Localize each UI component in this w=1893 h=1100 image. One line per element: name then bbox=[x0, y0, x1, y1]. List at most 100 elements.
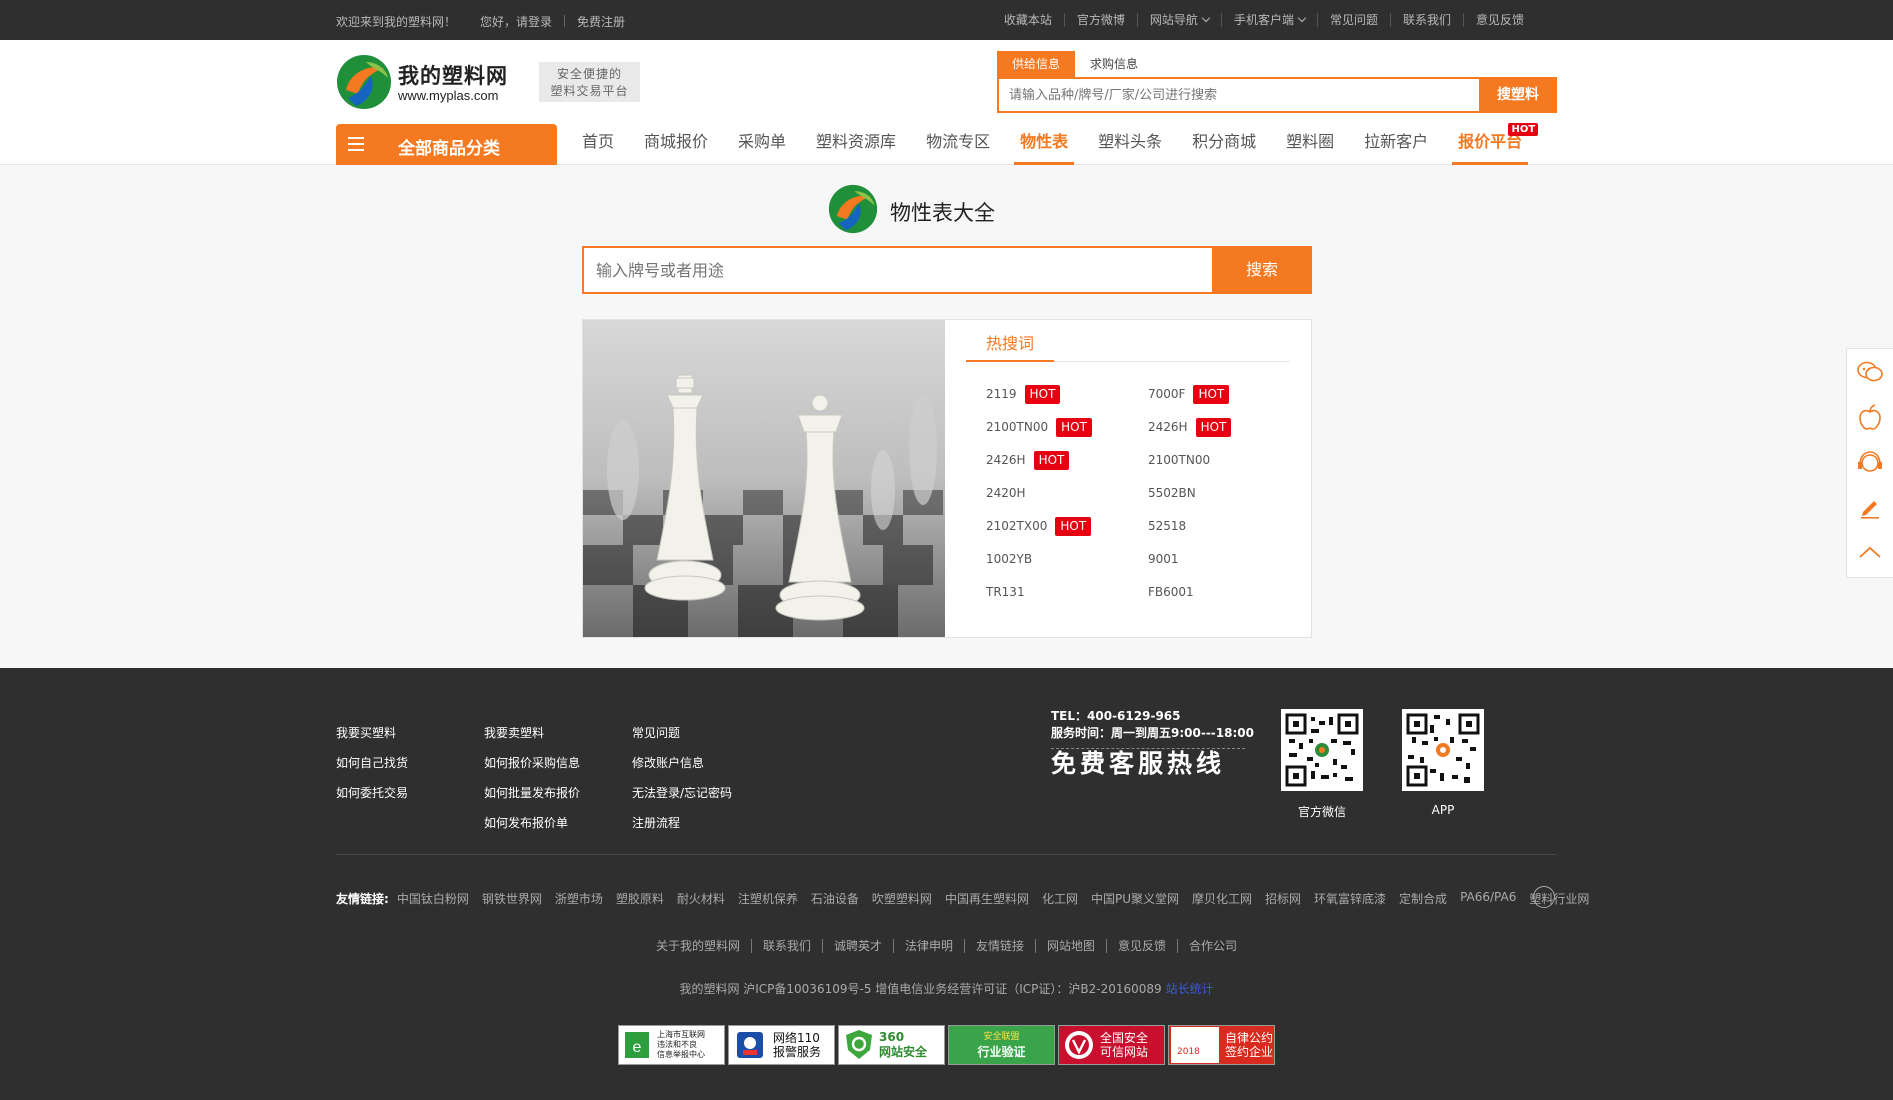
nav-resource-library[interactable]: 塑料资源库 bbox=[810, 124, 902, 165]
friend-link[interactable]: 耐火材料 bbox=[677, 890, 725, 907]
friend-link[interactable]: 浙塑市场 bbox=[555, 890, 603, 907]
footer-link[interactable]: 注册流程 bbox=[632, 808, 780, 838]
all-categories-button[interactable]: 全部商品分类 bbox=[336, 124, 557, 165]
weibo-link[interactable]: 官方微博 bbox=[1063, 13, 1137, 27]
police-110-badge[interactable]: 网络110 报警服务 bbox=[728, 1025, 835, 1065]
edit-feedback-button[interactable] bbox=[1847, 484, 1893, 529]
nav-property-sheet[interactable]: 物性表 bbox=[1014, 124, 1075, 165]
apple-app-button[interactable] bbox=[1847, 394, 1893, 439]
stats-link[interactable]: 站长统计 bbox=[1166, 982, 1214, 996]
footer-link[interactable]: 如何批量发布报价 bbox=[484, 778, 632, 808]
nav-purchase-list[interactable]: 采购单 bbox=[732, 124, 792, 165]
nav-invite-customers[interactable]: 拉新客户 bbox=[1358, 124, 1434, 165]
hot-word-item[interactable]: 5502BN bbox=[1148, 484, 1298, 503]
login-link[interactable]: 您好，请登录 bbox=[480, 13, 552, 30]
bottom-nav-link[interactable]: 法律申明 bbox=[892, 939, 964, 953]
friend-link[interactable]: 中国再生塑料网 bbox=[945, 890, 1029, 907]
header-search-button[interactable]: 搜塑料 bbox=[1479, 77, 1557, 113]
faq-link[interactable]: 常见问题 bbox=[1316, 13, 1390, 27]
nav-headlines[interactable]: 塑料头条 bbox=[1092, 124, 1168, 165]
footer-link[interactable]: 无法登录/忘记密码 bbox=[632, 778, 780, 808]
friend-link[interactable]: 摩贝化工网 bbox=[1192, 890, 1252, 907]
footer-link[interactable]: 我要买塑料 bbox=[336, 718, 484, 748]
back-to-top-button[interactable] bbox=[1847, 529, 1893, 574]
footer-link[interactable]: 我要卖塑料 bbox=[484, 718, 632, 748]
mobile-client-dropdown[interactable]: 手机客户端 bbox=[1220, 13, 1317, 27]
friend-link[interactable]: 化工网 bbox=[1042, 890, 1078, 907]
bottom-nav-link[interactable]: 合作公司 bbox=[1177, 939, 1249, 953]
friend-link[interactable]: 环氧富锌底漆 bbox=[1314, 890, 1386, 907]
friend-link[interactable]: 注塑机保养 bbox=[738, 890, 798, 907]
nav-home[interactable]: 首页 bbox=[576, 124, 620, 165]
tab-supply[interactable]: 供给信息 bbox=[997, 51, 1076, 77]
friend-link[interactable]: 中国钛白粉网 bbox=[397, 890, 469, 907]
report-center-badge[interactable]: e 上海市互联网 违法和不良 信息举报中心 bbox=[618, 1025, 725, 1065]
hot-word-item[interactable]: FB6001 bbox=[1148, 583, 1298, 602]
friend-link[interactable]: PA66/PA6 bbox=[1460, 890, 1516, 907]
hot-word-item[interactable]: 52518 bbox=[1148, 517, 1298, 536]
slogan-badge: 安全便捷的 塑料交易平台 bbox=[539, 62, 640, 102]
friend-link[interactable]: 吹塑塑料网 bbox=[872, 890, 932, 907]
hot-word-item[interactable]: 2100TN00 bbox=[1148, 451, 1298, 470]
360-security-badge[interactable]: 360 网站安全 bbox=[838, 1025, 945, 1065]
trusted-site-badge[interactable]: 全国安全 可信网站 bbox=[1058, 1025, 1165, 1065]
footer-link[interactable]: 如何报价采购信息 bbox=[484, 748, 632, 778]
side-toolbar bbox=[1846, 348, 1893, 578]
feedback-link[interactable]: 意见反馈 bbox=[1462, 13, 1536, 27]
property-search-input[interactable] bbox=[596, 248, 1156, 292]
self-discipline-badge[interactable]: 2018 自律公约 签约企业 bbox=[1168, 1025, 1275, 1065]
contact-link[interactable]: 联系我们 bbox=[1389, 13, 1463, 27]
hot-word-item[interactable]: 2102TX00 HOT bbox=[986, 517, 1148, 536]
friend-link[interactable]: 中国PU聚义堂网 bbox=[1091, 890, 1179, 907]
friend-link[interactable]: 钢铁世界网 bbox=[482, 890, 542, 907]
hot-word-item[interactable]: 2420H bbox=[986, 484, 1148, 503]
bottom-nav-link[interactable]: 诚聘英才 bbox=[821, 939, 893, 953]
bottom-nav-link[interactable]: 关于我的塑料网 bbox=[645, 939, 751, 953]
hot-word-text: 2100TN00 bbox=[1148, 453, 1211, 467]
hot-word-text: FB6001 bbox=[1148, 585, 1194, 599]
customer-service-button[interactable] bbox=[1847, 439, 1893, 484]
nav-quote-platform[interactable]: 报价平台 HOT bbox=[1452, 123, 1539, 165]
hot-word-item[interactable]: 1002YB bbox=[986, 550, 1148, 569]
friend-link[interactable]: 塑胶原料 bbox=[616, 890, 664, 907]
bottom-nav-link[interactable]: 意见反馈 bbox=[1106, 939, 1178, 953]
hot-word-item[interactable]: 2100TN00 HOT bbox=[986, 418, 1148, 437]
badge-text: 违法和不良 bbox=[657, 1040, 697, 1049]
friend-link[interactable]: 定制合成 bbox=[1399, 890, 1447, 907]
register-link[interactable]: 免费注册 bbox=[577, 13, 625, 30]
friend-links-label: 友情链接: bbox=[336, 892, 389, 906]
header-search-input[interactable] bbox=[1009, 79, 1449, 111]
more-links-icon[interactable] bbox=[1533, 886, 1555, 908]
hot-word-item[interactable]: 2426H HOT bbox=[1148, 418, 1298, 437]
hot-word-item[interactable]: 9001 bbox=[1148, 550, 1298, 569]
site-logo[interactable]: 我的塑料网 www.myplas.com bbox=[336, 54, 518, 110]
bottom-nav-link[interactable]: 友情链接 bbox=[964, 939, 1036, 953]
hot-word-item[interactable]: 7000F HOT bbox=[1148, 385, 1298, 404]
bottom-nav-link[interactable]: 网站地图 bbox=[1035, 939, 1107, 953]
footer-link[interactable]: 常见问题 bbox=[632, 718, 780, 748]
badge-text: 可信网站 bbox=[1100, 1045, 1149, 1059]
hot-words-grid: 2119 HOT 7000F HOT 2100TN00 HOT 2426H HOT 2426H H… bbox=[986, 385, 1306, 602]
menu-icon bbox=[348, 137, 364, 151]
nav-plastic-circle[interactable]: 塑料圈 bbox=[1280, 124, 1340, 165]
hot-word-item[interactable]: TR131 bbox=[986, 583, 1148, 602]
nav-mall-quotes[interactable]: 商城报价 bbox=[638, 124, 714, 165]
tab-demand[interactable]: 求购信息 bbox=[1075, 51, 1153, 77]
friend-link[interactable]: 石油设备 bbox=[811, 890, 859, 907]
friend-link[interactable]: 招标网 bbox=[1265, 890, 1301, 907]
industry-verification-badge[interactable]: 安全联盟 行业验证 bbox=[948, 1025, 1055, 1065]
footer-link[interactable]: 修改账户信息 bbox=[632, 748, 780, 778]
property-search-button[interactable]: 搜索 bbox=[1212, 246, 1312, 294]
pencil-icon bbox=[1861, 500, 1879, 519]
site-nav-dropdown[interactable]: 网站导航 bbox=[1136, 13, 1221, 27]
hot-word-item[interactable]: 2119 HOT bbox=[986, 385, 1148, 404]
wechat-button[interactable] bbox=[1847, 349, 1893, 394]
nav-points-mall[interactable]: 积分商城 bbox=[1186, 124, 1262, 165]
footer-link[interactable]: 如何委托交易 bbox=[336, 778, 484, 808]
bottom-nav-link[interactable]: 联系我们 bbox=[750, 939, 822, 953]
footer-link[interactable]: 如何发布报价单 bbox=[484, 808, 632, 838]
bookmark-link[interactable]: 收藏本站 bbox=[992, 13, 1064, 27]
nav-logistics[interactable]: 物流专区 bbox=[920, 124, 996, 165]
footer-link[interactable]: 如何自己找货 bbox=[336, 748, 484, 778]
hot-word-item[interactable]: 2426H HOT bbox=[986, 451, 1148, 470]
